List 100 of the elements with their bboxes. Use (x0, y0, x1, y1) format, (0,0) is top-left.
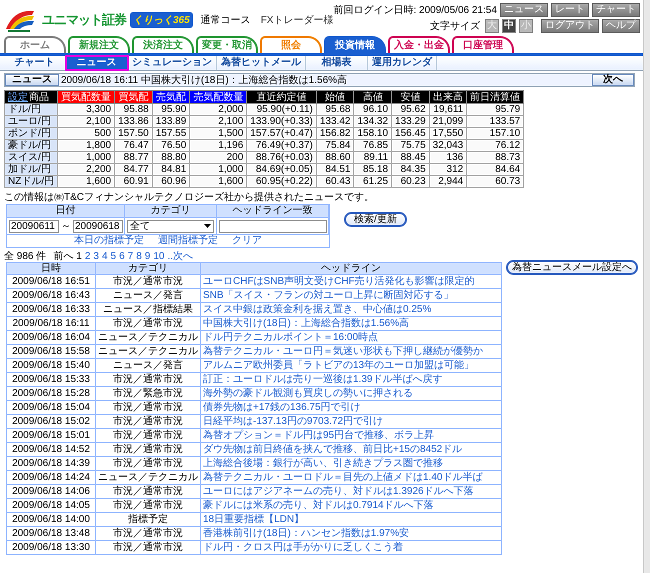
table-cell: ニュース／テクニカル (96, 330, 200, 344)
page-link[interactable]: 7 (128, 250, 134, 262)
column-header: 売気配数量 (190, 90, 247, 104)
brand-name: ユニマット証券 (42, 11, 126, 29)
category-dropdown[interactable]: 全て (127, 220, 214, 232)
table-cell: 2009/06/18 14:24 (6, 470, 96, 484)
sub-tab[interactable]: 運用カレンダ (368, 56, 437, 70)
product-cell: NZドル/円 (4, 176, 58, 188)
page-link[interactable]: 10 (153, 250, 164, 262)
page-link[interactable]: 9 (144, 250, 150, 262)
table-cell: 157.57(+0.47) (246, 128, 316, 140)
table-cell: 200 (190, 152, 247, 164)
news-button[interactable]: ニュース (5, 74, 59, 86)
ticker-text: 2009/06/18 16:11 中国株大引け(18日)：上海総合指数は1.56%高 (60, 74, 348, 87)
table-cell: 133.90(+0.33) (246, 116, 316, 128)
page-link[interactable]: 1 (76, 250, 82, 262)
table-cell: ニュース／テクニカル (96, 470, 200, 484)
table-cell: 1,600 (190, 176, 247, 188)
table-cell: 市況／通常市況 (96, 526, 200, 540)
settings-link[interactable]: 設定 (8, 92, 28, 102)
scrollbar[interactable] (643, 0, 650, 573)
headline-field[interactable] (219, 220, 327, 232)
table-cell: 市況／通常市況 (96, 498, 200, 512)
link[interactable]: 本日の指標予定 (74, 235, 144, 247)
link[interactable]: 週間指標予定 (158, 235, 218, 247)
tab[interactable]: 変更・取消 (196, 36, 258, 53)
table-cell: 1,800 (58, 140, 115, 152)
table-cell: 市況／通常市況 (96, 484, 200, 498)
product-cell: ポンド/円 (4, 128, 58, 140)
table-cell: 市況／通常市況 (96, 316, 200, 330)
table-cell: 76.49(+0.37) (246, 140, 316, 152)
header-button[interactable]: チャート (592, 3, 640, 17)
page-link[interactable]: 6 (119, 250, 125, 262)
column-header: 買気配数量 (58, 90, 115, 104)
font-size-button[interactable]: 中 (502, 19, 516, 33)
font-size-label: 文字サイズ (430, 20, 480, 33)
table-cell: 2009/06/18 15:40 (6, 358, 96, 372)
column-header: ヘッドライン (200, 262, 502, 274)
sub-tab[interactable]: 為替ヒットメール (217, 56, 306, 70)
sub-tab[interactable]: 相場表 (306, 56, 368, 70)
table-cell: 市況／緊急市況 (96, 386, 200, 400)
next-button[interactable]: 次へ (592, 74, 634, 86)
tab[interactable]: ホーム (4, 36, 66, 53)
tab[interactable]: 投資情報 (324, 36, 386, 53)
search-button[interactable]: 検索/更新 (344, 212, 407, 227)
table-cell: 2009/06/18 16:11 (6, 316, 96, 330)
tab[interactable]: 入金・出金 (388, 36, 450, 53)
table-cell: 2009/06/18 15:28 (6, 386, 96, 400)
tab[interactable]: 新規注文 (68, 36, 130, 53)
mail-settings-button[interactable]: 為替ニュースメール設定へ (506, 260, 638, 275)
page-link[interactable]: 8 (136, 250, 142, 262)
table-cell: 88.73 (466, 152, 524, 164)
caret-icon (204, 224, 211, 228)
table-cell: 指標予定 (96, 512, 200, 526)
tilde-text: ～ (61, 220, 71, 233)
table-cell: 84.69(+0.05) (246, 164, 316, 176)
column-header: 出来高 (429, 90, 467, 104)
date-field[interactable]: 20090611 (9, 220, 59, 232)
sub-tab[interactable]: シミュレーション (128, 56, 217, 70)
link[interactable]: クリア (232, 235, 262, 247)
table-cell: ニュース／テクニカル (96, 344, 200, 358)
table-cell: ニュース／発言 (96, 358, 200, 372)
product-badge: くりっく365 (130, 12, 193, 28)
table-cell: 市況／通常市況 (96, 414, 200, 428)
header-button[interactable]: ニュース (500, 3, 548, 17)
table-cell: 2009/06/18 13:48 (6, 526, 96, 540)
page-link[interactable]: 3 (93, 250, 99, 262)
column-header: 日付 (7, 205, 125, 218)
column-header: 売気配 (152, 90, 190, 104)
header-button[interactable]: レート (550, 3, 589, 17)
table-cell: 市況／通常市況 (96, 428, 200, 442)
page-link[interactable]: 4 (102, 250, 108, 262)
table-cell: 2009/06/18 15:58 (6, 344, 96, 358)
sub-tab[interactable]: ニュース (66, 56, 128, 70)
table-cell: 2009/06/18 15:04 (6, 400, 96, 414)
previous-label: 前へ (53, 250, 74, 262)
table-cell: 2009/06/18 16:04 (6, 330, 96, 344)
table-cell: 2009/06/18 16:33 (6, 302, 96, 316)
product-cell: スイス/円 (4, 152, 58, 164)
table-cell: 3,300 (58, 104, 115, 116)
page-link[interactable]: 5 (110, 250, 116, 262)
tab[interactable]: 決済注文 (132, 36, 194, 53)
table-cell: 88.76(+0.03) (246, 152, 316, 164)
tab[interactable]: 口座管理 (452, 36, 514, 53)
column-header-text: 商品 (29, 92, 49, 102)
date-field[interactable]: 20090618 (73, 220, 123, 232)
table-cell: 2009/06/18 14:52 (6, 442, 96, 456)
table-cell: 2009/06/18 15:01 (6, 428, 96, 442)
table-cell: 133.57 (466, 116, 524, 128)
table-cell: 2009/06/18 14:06 (6, 484, 96, 498)
table-cell: 2009/06/18 15:02 (6, 414, 96, 428)
table-cell: 市況／通常市況 (96, 456, 200, 470)
table-cell: 市況／通常市況 (96, 540, 200, 554)
next-link[interactable]: ..次へ (167, 249, 193, 263)
header-button[interactable]: ヘルプ (602, 19, 640, 33)
table-cell: 157.10 (466, 128, 524, 140)
page-link[interactable]: 2 (84, 250, 90, 262)
table-cell: 2,000 (190, 104, 247, 116)
table-cell: ニュース／発言 (96, 288, 200, 302)
product-cell: 加ドル/円 (4, 164, 58, 176)
